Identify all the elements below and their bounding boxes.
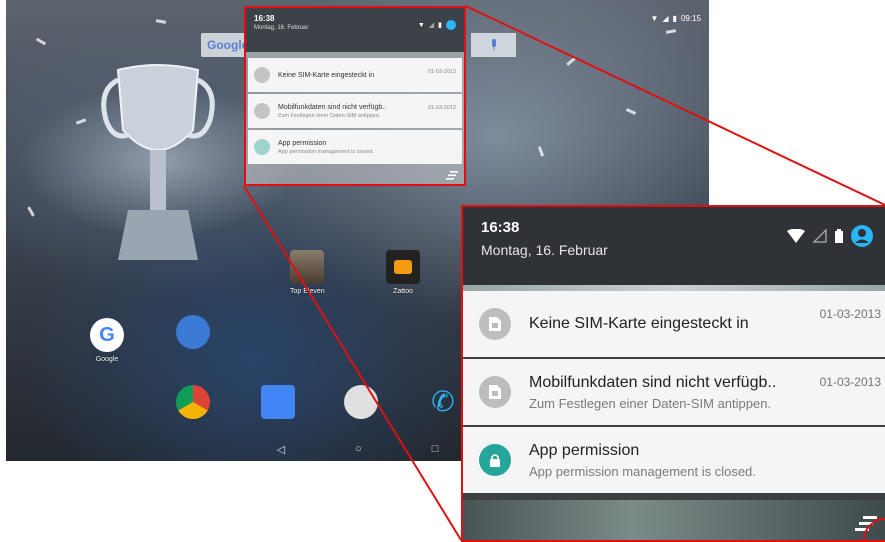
clear-all-icon[interactable] <box>446 171 458 180</box>
lock-icon <box>479 444 511 476</box>
confetti <box>625 108 637 115</box>
trophy-image <box>101 64 215 260</box>
confetti <box>35 37 47 46</box>
phone-app-icon[interactable]: ✆ <box>426 385 460 419</box>
chrome-app-icon[interactable] <box>176 385 210 419</box>
shade-status-icons-small: ▼ ◢ ▮ <box>418 20 456 30</box>
app-label: Zattoo <box>393 288 413 295</box>
notification-card-small[interactable]: Keine SIM-Karte eingesteckt in 01-03-201… <box>248 58 462 92</box>
contacts-app-icon[interactable] <box>261 385 295 419</box>
confetti <box>537 146 545 157</box>
lock-icon <box>254 139 270 155</box>
signal-icon: ◢ <box>428 22 435 29</box>
notification-time: 01-03-2013 <box>819 307 881 321</box>
app-label: Top Eleven <box>290 288 325 295</box>
google-search-bar[interactable]: Google <box>201 33 249 57</box>
shade-header: 16:38 Montag, 16. Februar <box>463 207 885 285</box>
duo-app-icon[interactable] <box>176 315 210 349</box>
microphone-icon <box>491 39 496 50</box>
notification-card-small[interactable]: Mobilfunkdaten sind nicht verfügb.. Zum … <box>248 94 462 128</box>
shade-bottom-wallpaper <box>463 500 885 540</box>
notification-title: App permission <box>529 441 640 459</box>
notification-subtitle: App permission management is closed. <box>278 148 374 155</box>
confetti <box>155 19 167 24</box>
battery-icon: ▮ <box>438 22 442 29</box>
notification-time: 01-03-2013 <box>427 105 456 111</box>
zattoo-icon <box>386 250 420 284</box>
notification-title: Mobilfunkdaten sind nicht verfügb.. <box>529 373 777 391</box>
notification-title: App permission <box>278 139 327 147</box>
notification-subtitle: App permission management is closed. <box>529 463 756 479</box>
notification-subtitle: Zum Festlegen einer Daten-SIM antippen. <box>278 112 381 119</box>
notification-card-small[interactable]: App permission App permission management… <box>248 130 462 164</box>
notification-time: 01-03-2013 <box>819 375 881 389</box>
notification-title: Keine SIM-Karte eingesteckt in <box>529 315 749 332</box>
notification-title: Keine SIM-Karte eingesteckt in <box>278 71 375 79</box>
account-icon[interactable] <box>851 225 873 247</box>
home-button-icon[interactable]: ○ <box>355 443 362 455</box>
notification-mobile-data[interactable]: Mobilfunkdaten sind nicht verfügb.. Zum … <box>463 359 885 425</box>
notification-app-permission[interactable]: App permission App permission management… <box>463 427 885 493</box>
shade-header-small: 16:38 Montag, 16. Februar ▼ ◢ ▮ <box>246 8 464 52</box>
confetti <box>27 206 35 217</box>
notification-title: Mobilfunkdaten sind nicht verfügb.. <box>278 103 387 111</box>
top-eleven-icon <box>290 250 325 284</box>
notification-shade-small: 16:38 Montag, 16. Februar ▼ ◢ ▮ Keine SI… <box>244 6 466 186</box>
status-time: 09:15 <box>680 14 701 23</box>
recents-button-icon[interactable]: □ <box>432 443 439 455</box>
notification-sim-missing[interactable]: Keine SIM-Karte eingesteckt in 01-03-201… <box>463 291 885 357</box>
notification-shade-zoomed: 16:38 Montag, 16. Februar Keine SIM-Kart… <box>461 205 885 542</box>
signal-icon <box>813 229 827 243</box>
notification-subtitle: Zum Festlegen einer Daten-SIM antippen. <box>529 395 772 411</box>
back-button-icon[interactable]: ◁ <box>277 443 285 456</box>
wifi-icon <box>787 229 805 243</box>
system-status-bar: ▼ ◢ ▮ 09:15 <box>650 14 701 23</box>
battery-icon: ▮ <box>672 14 677 23</box>
sim-card-icon <box>479 376 511 408</box>
sim-card-icon <box>254 67 270 83</box>
account-icon[interactable] <box>446 20 456 30</box>
voice-search-button[interactable] <box>471 33 516 57</box>
app-drawer-icon[interactable] <box>344 385 378 419</box>
sim-card-icon <box>254 103 270 119</box>
google-app-icon: G <box>90 318 124 352</box>
notification-time: 01-03-2013 <box>427 69 456 75</box>
sim-card-icon <box>479 308 511 340</box>
shade-status-icons <box>787 225 873 247</box>
confetti <box>665 29 677 34</box>
app-label: Google <box>95 356 119 363</box>
wifi-icon: ▼ <box>417 21 425 29</box>
app-top-eleven[interactable]: Top Eleven <box>290 250 325 295</box>
confetti <box>75 118 87 125</box>
app-zattoo[interactable]: Zattoo <box>386 250 420 295</box>
wifi-icon: ▼ <box>650 14 659 23</box>
signal-icon: ◢ <box>662 14 669 23</box>
battery-icon <box>835 229 843 243</box>
confetti <box>566 57 576 66</box>
app-google[interactable]: G Google <box>90 318 124 363</box>
google-logo: Google <box>207 38 249 52</box>
